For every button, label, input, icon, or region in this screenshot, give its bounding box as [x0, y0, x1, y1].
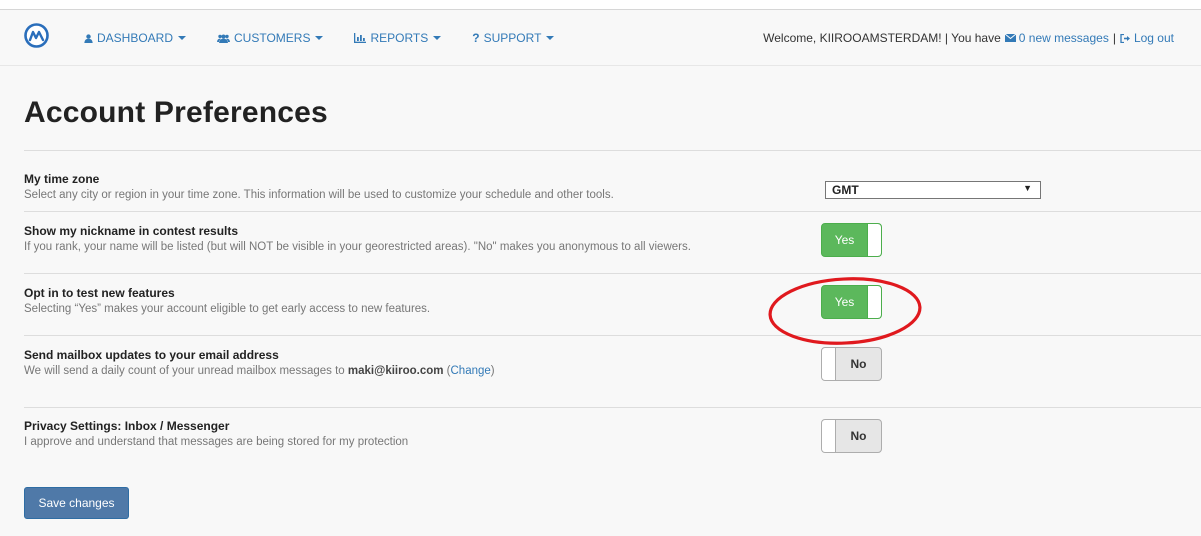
envelope-icon	[1004, 34, 1016, 42]
toggle-label: Yes	[834, 295, 855, 309]
toggle-label: No	[850, 357, 867, 371]
pref-label: Show my nickname in contest results	[24, 224, 239, 238]
pref-row-privacy: Privacy Settings: Inbox / Messenger I ap…	[24, 407, 1201, 467]
nickname-toggle[interactable]: Yes	[821, 223, 882, 257]
toggle-knob	[822, 420, 836, 452]
timezone-select-value: GMT	[832, 183, 859, 197]
logout-link[interactable]: Log out	[1120, 31, 1174, 45]
test-features-toggle[interactable]: Yes	[821, 285, 882, 319]
pref-label: Send mailbox updates to your email addre…	[24, 348, 279, 362]
menu-reports-label: REPORTS	[370, 31, 429, 45]
preferences-list: My time zone Select any city or region i…	[24, 150, 1201, 467]
logout-icon	[1120, 33, 1131, 43]
pref-row-test-features: Opt in to test new features Selecting “Y…	[24, 273, 1201, 335]
mailbox-updates-toggle[interactable]: No	[821, 347, 882, 381]
save-changes-button[interactable]: Save changes	[24, 487, 129, 519]
pref-description: If you rank, your name will be listed (b…	[24, 241, 691, 253]
menu-support[interactable]: ? SUPPORT	[472, 31, 555, 45]
menu-dashboard-label: DASHBOARD	[97, 31, 174, 45]
welcome-text: Welcome, KIIROOAMSTERDAM! | You have	[763, 31, 1001, 45]
menu-reports[interactable]: REPORTS	[354, 31, 442, 45]
menu-customers[interactable]: CUSTOMERS	[217, 31, 324, 45]
separator: |	[1112, 31, 1116, 45]
pref-label: Opt in to test new features	[24, 286, 175, 300]
mailbox-description-text: We will send a daily count of your unrea…	[24, 365, 345, 377]
chevron-down-icon	[433, 36, 442, 40]
pref-description: Selecting “Yes” makes your account eligi…	[24, 303, 431, 315]
chevron-down-icon	[315, 36, 324, 40]
user-icon	[84, 33, 93, 43]
users-icon	[217, 34, 231, 43]
messages-link[interactable]: 0 new messages	[1004, 31, 1109, 45]
timezone-select[interactable]: GMT ▼	[825, 181, 1041, 199]
pref-row-mailbox-updates: Send mailbox updates to your email addre…	[24, 335, 1201, 407]
toggle-knob	[822, 348, 836, 380]
pref-label: Privacy Settings: Inbox / Messenger	[24, 419, 230, 433]
toggle-knob	[867, 286, 881, 318]
pref-row-timezone: My time zone Select any city or region i…	[24, 150, 1201, 211]
pref-description: I approve and understand that messages a…	[24, 436, 409, 448]
top-navbar: DASHBOARD CUSTOMERS REPORTS ? SUPPORT We…	[0, 10, 1201, 66]
toggle-label: Yes	[834, 233, 855, 247]
menu-support-label: SUPPORT	[483, 31, 542, 45]
bar-chart-icon	[354, 33, 367, 43]
logout-label: Log out	[1133, 31, 1174, 45]
main-menu: DASHBOARD CUSTOMERS REPORTS ? SUPPORT	[84, 10, 585, 66]
menu-customers-label: CUSTOMERS	[234, 31, 311, 45]
toggle-label: No	[850, 429, 867, 443]
chevron-down-icon	[178, 36, 187, 40]
question-icon: ?	[472, 31, 480, 45]
messages-link-label: 0 new messages	[1018, 31, 1109, 45]
menu-dashboard[interactable]: DASHBOARD	[84, 31, 187, 45]
page-title: Account Preferences	[24, 96, 328, 129]
pref-label: My time zone	[24, 172, 100, 186]
toggle-knob	[867, 224, 881, 256]
email-address: maki@kiiroo.com	[347, 365, 444, 377]
user-status: Welcome, KIIROOAMSTERDAM! | You have 0 n…	[763, 10, 1174, 66]
chevron-down-icon	[546, 36, 555, 40]
pref-description: Select any city or region in your time z…	[24, 189, 614, 201]
pref-description: We will send a daily count of your unrea…	[24, 365, 495, 377]
change-email-link[interactable]: Change	[451, 365, 491, 377]
pref-row-nickname: Show my nickname in contest results If y…	[24, 211, 1201, 273]
dropdown-arrow-icon: ▼	[1023, 183, 1032, 193]
m-circle-logo-icon[interactable]	[24, 23, 49, 48]
privacy-toggle[interactable]: No	[821, 419, 882, 453]
